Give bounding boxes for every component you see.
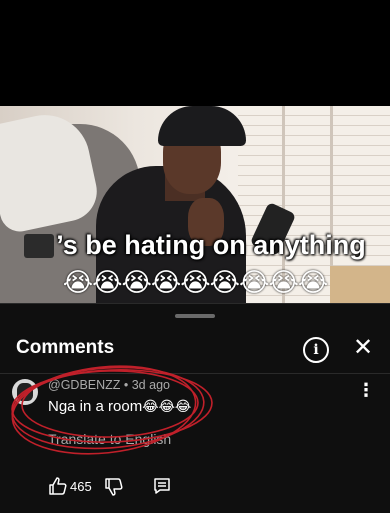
caption-avatar-icon xyxy=(24,234,55,258)
video-caption: ’s be hating on anything xyxy=(0,230,390,261)
video-caption-text: ’s be hating on anything xyxy=(56,230,366,260)
video-player[interactable]: ’s be hating on anything 😭😭😭😭😭😭😭😭😭 xyxy=(0,106,390,303)
top-black-area xyxy=(0,0,390,106)
comments-sheet: Comments i ✕ @GDBENZZ • 3d ago Nga in a … xyxy=(0,303,390,513)
thumbs-up-icon[interactable] xyxy=(48,476,68,496)
caption-emoji-row: 😭😭😭😭😭😭😭😭😭 xyxy=(62,268,328,298)
like-count: 465 xyxy=(70,479,92,494)
reply-icon[interactable] xyxy=(152,476,172,496)
thumbs-down-icon[interactable] xyxy=(104,477,124,497)
